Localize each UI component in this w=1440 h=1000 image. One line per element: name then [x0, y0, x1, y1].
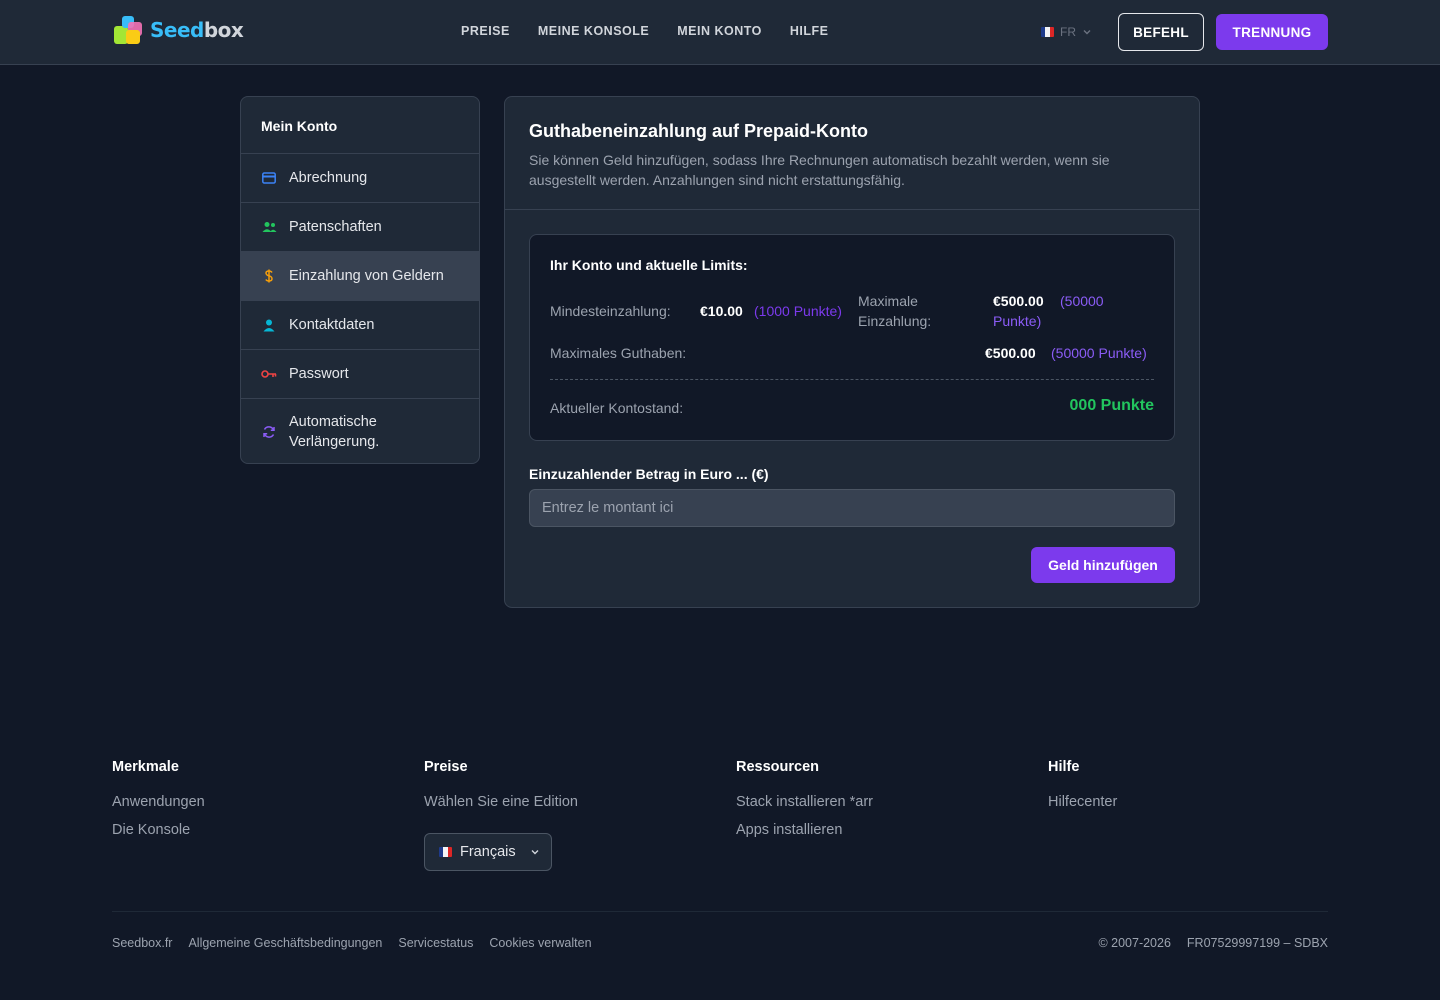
- chevron-down-icon: [531, 850, 539, 855]
- nav-account[interactable]: MEIN KONTO: [677, 24, 762, 38]
- company-id: FR07529997199 – SDBX: [1186, 936, 1328, 950]
- sidebar-item-label: Passwort: [289, 366, 349, 382]
- footer-language-select[interactable]: Français: [424, 833, 552, 871]
- limits-divider: [550, 379, 1154, 380]
- copyright: © 2007-2026: [1098, 936, 1171, 950]
- nav-help[interactable]: HILFE: [790, 24, 829, 38]
- language-switcher[interactable]: FR: [1041, 25, 1092, 39]
- footer-heading: Preise: [424, 759, 468, 775]
- logout-button[interactable]: TRENNUNG: [1216, 14, 1328, 50]
- logo-text: Seedbox: [150, 18, 244, 42]
- footer-link-apps[interactable]: Anwendungen: [112, 793, 205, 811]
- footer-divider: [112, 911, 1328, 912]
- refresh-icon: [261, 424, 277, 440]
- max-balance-points: (50000 Punkte): [1051, 345, 1147, 361]
- add-money-button[interactable]: Geld hinzufügen: [1031, 547, 1175, 583]
- logo-cubes-icon: [114, 14, 148, 46]
- footer-column-help: Hilfe Hilfecenter: [1048, 759, 1117, 821]
- max-balance-value: €500.00: [985, 345, 1036, 361]
- users-icon: [261, 219, 277, 235]
- chevron-down-icon: [1083, 30, 1091, 35]
- deposit-card: Guthabeneinzahlung auf Prepaid-Konto Sie…: [504, 96, 1200, 608]
- sidebar-item-contact[interactable]: Kontaktdaten: [241, 301, 479, 350]
- footer-link-stack[interactable]: Stack installieren *arr: [736, 793, 873, 811]
- footer-link-edition[interactable]: Wählen Sie eine Edition: [424, 793, 578, 811]
- footer-link-cookies[interactable]: Cookies verwalten: [489, 936, 591, 950]
- footer-language-label: Français: [460, 844, 516, 860]
- deposit-card-header: Guthabeneinzahlung auf Prepaid-Konto Sie…: [505, 97, 1199, 210]
- amount-input[interactable]: [529, 489, 1175, 527]
- amount-label: Einzuzahlender Betrag in Euro ... (€): [529, 466, 769, 482]
- min-deposit-value: €10.00: [700, 303, 743, 319]
- sidebar-item-label: Einzahlung von Geldern: [289, 268, 444, 284]
- france-flag-icon: [1041, 27, 1054, 37]
- sidebar-item-label: Kontaktdaten: [289, 317, 375, 333]
- footer-link-seedbox[interactable]: Seedbox.fr: [112, 936, 172, 950]
- account-limits-panel: Ihr Konto und aktuelle Limits: Mindestei…: [529, 234, 1175, 441]
- sidebar-item-billing[interactable]: Abrechnung: [241, 154, 479, 203]
- sidebar-item-label: Automatische Verlängerung.: [289, 413, 380, 450]
- footer-legal-links: Seedbox.fr Allgemeine Geschäftsbedingung…: [112, 936, 592, 950]
- top-navbar: Seedbox PREISE MEINE KONSOLE MEIN KONTO …: [0, 0, 1440, 65]
- min-deposit-label: Mindesteinzahlung:: [550, 303, 671, 319]
- sidebar-item-sponsorship[interactable]: Patenschaften: [241, 203, 479, 252]
- sidebar-item-auto-renewal[interactable]: Automatische Verlängerung.: [241, 399, 479, 463]
- page-description: Sie können Geld hinzufügen, sodass Ihre …: [529, 152, 1110, 188]
- dollar-icon: [261, 268, 277, 284]
- max-balance-label: Maximales Guthaben:: [550, 345, 687, 361]
- sidebar-title: Mein Konto: [241, 97, 479, 154]
- current-balance-label: Aktueller Kontostand:: [550, 400, 684, 416]
- limits-title: Ihr Konto und aktuelle Limits:: [550, 257, 748, 273]
- footer-meta: © 2007-2026 FR07529997199 – SDBX: [1098, 936, 1328, 950]
- nav-prices[interactable]: PREISE: [461, 24, 510, 38]
- footer-column-prices: Preise Wählen Sie eine Edition: [424, 759, 578, 821]
- user-icon: [261, 317, 277, 333]
- footer-link-helpcenter[interactable]: Hilfecenter: [1048, 793, 1117, 811]
- footer-heading: Ressourcen: [736, 759, 820, 775]
- sidebar-item-label: Abrechnung: [289, 170, 368, 186]
- order-button[interactable]: BEFEHL: [1118, 13, 1204, 51]
- sidebar-item-label: Patenschaften: [289, 219, 382, 235]
- footer-link-terms[interactable]: Allgemeine Geschäftsbedingungen: [188, 936, 382, 950]
- footer-column-features: Merkmale Anwendungen Die Konsole: [112, 759, 205, 849]
- france-flag-icon: [439, 847, 452, 857]
- current-balance-value: 000 Punkte: [1069, 397, 1154, 414]
- footer-column-resources: Ressourcen Stack installieren *arr Apps …: [736, 759, 873, 849]
- main-nav: PREISE MEINE KONSOLE MEIN KONTO HILFE: [461, 24, 828, 38]
- sidebar-item-password[interactable]: Passwort: [241, 350, 479, 399]
- max-deposit-points: (50000 Punkte): [993, 293, 1104, 329]
- language-code: FR: [1060, 25, 1076, 39]
- page-title: Guthabeneinzahlung auf Prepaid-Konto: [529, 121, 868, 141]
- min-deposit-points: (1000 Punkte): [754, 303, 842, 319]
- footer-link-status[interactable]: Servicestatus: [398, 936, 473, 950]
- sidebar-item-deposit[interactable]: Einzahlung von Geldern: [241, 252, 479, 301]
- max-deposit-label: Maximale Einzahlung:: [858, 293, 932, 329]
- footer-heading: Merkmale: [112, 759, 179, 775]
- footer-link-console[interactable]: Die Konsole: [112, 821, 205, 839]
- key-icon: [261, 366, 277, 382]
- credit-card-icon: [261, 170, 277, 186]
- footer-link-install-apps[interactable]: Apps installieren: [736, 821, 873, 839]
- nav-console[interactable]: MEINE KONSOLE: [538, 24, 649, 38]
- account-sidebar: Mein Konto Abrechnung Patenschaften Einz…: [240, 96, 480, 464]
- seedbox-logo[interactable]: Seedbox: [114, 14, 244, 46]
- footer-heading: Hilfe: [1048, 759, 1080, 775]
